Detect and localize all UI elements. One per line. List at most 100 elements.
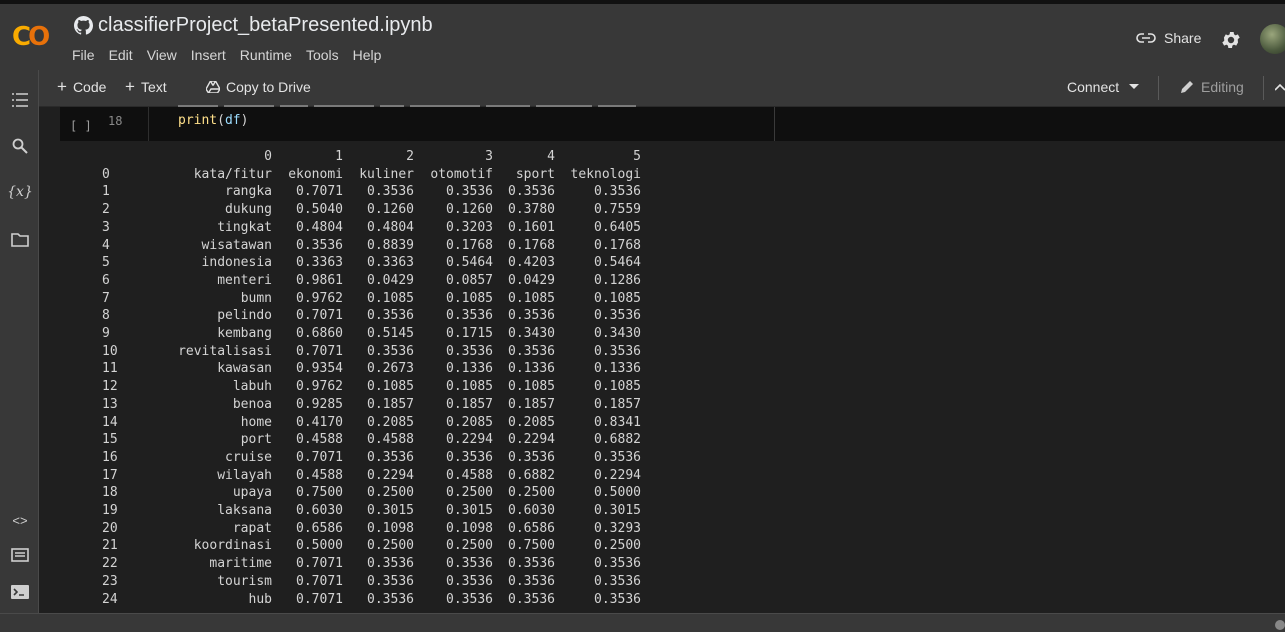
cell-col-1: 0.4804: [296, 219, 343, 235]
cell-col-4: 0.3536: [508, 184, 555, 200]
add-text-label: Text: [140, 79, 167, 95]
cell-col-1: 0.9285: [296, 396, 343, 412]
top-bar: CO classifierProject_betaPresented.ipynb…: [0, 0, 1285, 70]
menu-runtime[interactable]: Runtime: [240, 47, 298, 63]
table-row: 15 port 0.4588 0.4588 0.2294 0.2294 0.6882: [102, 431, 641, 449]
code-snippets-icon[interactable]: <>: [10, 510, 30, 530]
cell-col-2: 0.3536: [367, 573, 414, 589]
add-code-button[interactable]: + Code: [57, 78, 106, 95]
cell-col-1: 0.5040: [296, 202, 343, 218]
cell-col-0: revitalisasi: [178, 343, 272, 359]
cell-col-3: 0.4588: [446, 467, 493, 483]
menu-insert[interactable]: Insert: [191, 47, 232, 63]
folder-icon[interactable]: [10, 230, 30, 250]
row-index: 2: [102, 202, 110, 218]
toc-icon[interactable]: [10, 90, 30, 110]
cell-col-4: 0.1601: [508, 219, 555, 235]
cell-col-1: 0.7071: [296, 343, 343, 359]
table-row: 14 home 0.4170 0.2085 0.2085 0.2085 0.8341: [102, 414, 641, 432]
menu-view[interactable]: View: [147, 47, 183, 63]
editing-label: Editing: [1201, 79, 1244, 95]
copy-to-drive-button[interactable]: Copy to Drive: [206, 79, 311, 95]
menu-edit[interactable]: Edit: [109, 47, 139, 63]
cell-col-4: 0.3536: [508, 556, 555, 572]
cell-col-4: 0.3536: [508, 591, 555, 607]
header-col-2: 2: [406, 149, 414, 164]
menu-help[interactable]: Help: [353, 47, 388, 63]
cell-col-4: 0.1085: [508, 290, 555, 306]
cell-col-3: 0.1768: [446, 237, 493, 253]
cell-col-3: 0.3536: [446, 449, 493, 465]
cell-col-4: 0.2085: [508, 414, 555, 430]
search-icon[interactable]: [10, 136, 30, 156]
cell-col-1: 0.4588: [296, 467, 343, 483]
cell-col-3: 0.1336: [446, 361, 493, 377]
cell-col-0: menteri: [217, 272, 272, 288]
code-line[interactable]: print(df): [178, 113, 248, 128]
cell-col-0: laksana: [217, 503, 272, 519]
variables-icon[interactable]: {x}: [7, 182, 33, 202]
table-row: 18 upaya 0.7500 0.2500 0.2500 0.2500 0.5000: [102, 484, 641, 502]
drive-icon: [206, 81, 220, 93]
cell-col-2: 0.0429: [367, 272, 414, 288]
row-index: 6: [102, 272, 110, 288]
cell-col-2: 0.1098: [367, 520, 414, 536]
menu-tools[interactable]: Tools: [306, 47, 345, 63]
row-index: 20: [102, 520, 118, 536]
header-index: [102, 148, 122, 166]
cell-col-3: 0.1715: [446, 326, 493, 342]
code-paren-close: ): [240, 113, 249, 128]
cell-col-3: 0.1857: [446, 396, 493, 412]
terminal-icon[interactable]: [10, 582, 30, 602]
connect-button[interactable]: Connect: [1067, 79, 1140, 95]
cell-col-5: 0.3536: [594, 573, 641, 589]
cell-col-4: 0.6882: [508, 467, 555, 483]
notebook-title[interactable]: classifierProject_betaPresented.ipynb: [74, 14, 433, 37]
menu-file[interactable]: File: [72, 47, 101, 63]
cell-col-3: 0.3536: [446, 343, 493, 359]
table-row: 7 bumn 0.9762 0.1085 0.1085 0.1085 0.1085: [102, 290, 641, 308]
row-index: 24: [102, 591, 118, 607]
cell-col-5: 0.8341: [594, 414, 641, 430]
colab-logo[interactable]: CO: [12, 22, 50, 52]
notebook-title-text[interactable]: classifierProject_betaPresented.ipynb: [98, 14, 433, 37]
cell-col-3: 0.2500: [446, 485, 493, 501]
row-index: 0: [102, 166, 110, 182]
editing-mode-button[interactable]: Editing: [1179, 79, 1244, 95]
cell-col-0: wilayah: [217, 467, 272, 483]
cell-col-4: 0.6030: [508, 503, 555, 519]
table-row: 24 hub 0.7071 0.3536 0.3536 0.3536 0.3536: [102, 591, 641, 609]
row-index: 9: [102, 326, 110, 342]
cell-col-2: 0.2500: [367, 485, 414, 501]
table-row: 5 indonesia 0.3363 0.3363 0.5464 0.4203 0.5464: [102, 254, 641, 272]
cell-col-3: 0.3536: [446, 573, 493, 589]
code-cell[interactable]: [ ] 18 print(df): [60, 105, 1285, 141]
header-col-1: 1: [335, 149, 343, 164]
cell-col-0: tingkat: [217, 219, 272, 235]
command-palette-icon[interactable]: [10, 545, 30, 565]
collapse-header-icon[interactable]: [1275, 83, 1285, 91]
row-index: 7: [102, 290, 110, 306]
cell-col-3: 0.5464: [446, 255, 493, 271]
avatar[interactable]: [1260, 24, 1285, 54]
row-index: 18: [102, 485, 118, 501]
cell-col-3: 0.2085: [446, 414, 493, 430]
cell-col-2: 0.8839: [367, 237, 414, 253]
pencil-icon: [1181, 81, 1193, 93]
row-index: 5: [102, 255, 110, 271]
cell-col-0: rapat: [232, 520, 272, 536]
cell-output: 0 1 2 3 4 5 0 kata/fitur ekonomi kuliner oto…: [60, 141, 1285, 613]
chevron-down-icon[interactable]: [1129, 84, 1140, 90]
run-cell-indicator[interactable]: [ ]: [70, 119, 92, 133]
add-text-button[interactable]: + Text: [125, 78, 167, 95]
row-index: 8: [102, 308, 110, 324]
cell-col-2: 0.3536: [367, 308, 414, 324]
cell-col-0: home: [240, 414, 272, 430]
table-row: 9 kembang 0.6860 0.5145 0.1715 0.3430 0.3430: [102, 325, 641, 343]
cell-col-5: 0.6405: [594, 219, 641, 235]
cell-col-2: 0.1085: [367, 290, 414, 306]
gear-icon[interactable]: [1220, 29, 1242, 51]
cell-col-3: 0.3015: [446, 503, 493, 519]
cell-col-2: 0.4588: [367, 432, 414, 448]
share-button[interactable]: Share: [1136, 30, 1201, 46]
